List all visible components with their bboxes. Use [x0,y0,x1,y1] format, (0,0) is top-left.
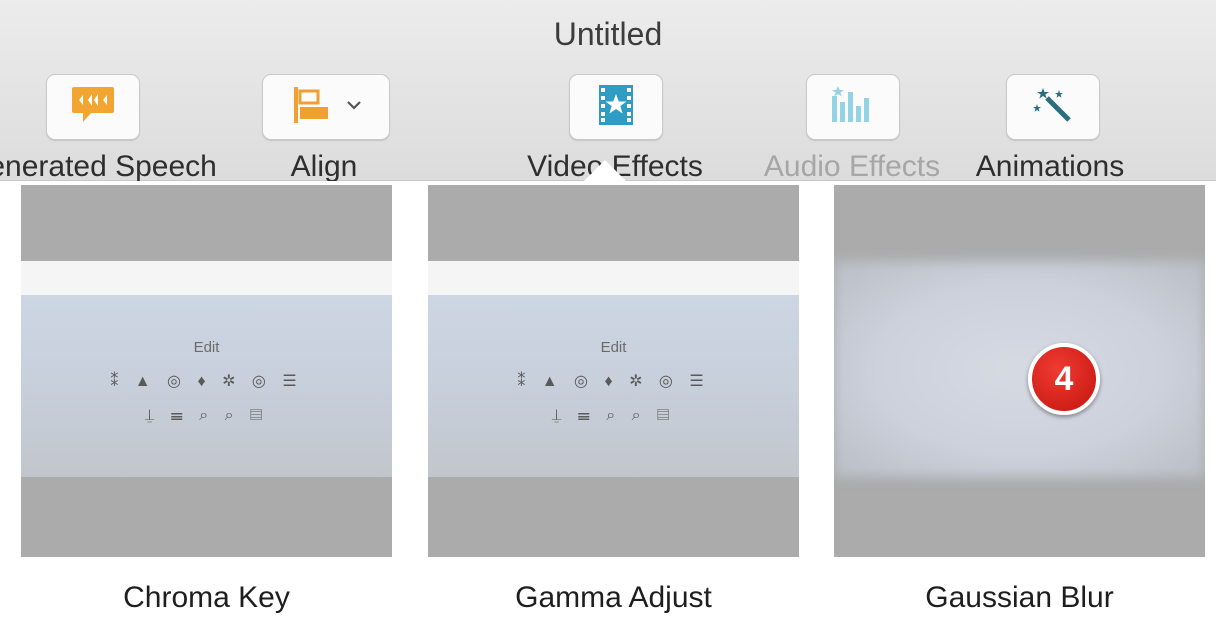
step-number-badge: 4 [1028,343,1100,415]
effect-thumbnail-chroma-key[interactable]: Edit ⁑ ▲ ◎ ♦ ✲ ◎ ☰ ⍊ ☰ ⌕ ⌕ ▤ [21,185,392,557]
preview-screenshot: Edit ⁑ ▲ ◎ ♦ ✲ ◎ ☰ ⍊ ☰ ⌕ ⌕ ▤ [428,261,799,477]
audio-effects-label: Audio Effects [763,150,941,183]
animations-label: Animations [975,150,1125,183]
tool-animations[interactable]: Animations [964,74,1144,184]
preview-toolbar [21,261,392,295]
tool-audio-effects[interactable]: Audio Effects [760,74,940,184]
film-star-icon [598,84,634,131]
speech-bubble-waveform-icon [71,86,115,129]
blurred-preview [834,261,1205,477]
preview-icons-row: ⁑ ▲ ◎ ♦ ✲ ◎ ☰ [110,373,303,390]
effect-name-gamma-adjust: Gamma Adjust [515,581,712,614]
preview-edit-text: Edit [600,339,627,356]
audio-equalizer-icon [830,85,876,129]
animations-button[interactable] [1006,74,1100,140]
align-button[interactable] [262,74,390,140]
audio-effects-button[interactable] [806,74,900,140]
preview-screenshot: Edit ⁑ ▲ ◎ ♦ ✲ ◎ ☰ ⍊ ☰ ⌕ ⌕ ▤ [21,261,392,477]
tool-generated-speech[interactable]: Generated Speech [0,74,217,184]
chevron-down-icon [346,98,362,116]
preview-icons-row: ⍊ ☰ ⌕ ⌕ ▤ [144,407,269,424]
preview-icons-row: ⍊ ☰ ⌕ ⌕ ▤ [551,407,676,424]
effect-name-gaussian-blur: Gaussian Blur [925,581,1114,614]
window-title: Untitled [553,16,663,52]
effect-name-chroma-key: Chroma Key [123,581,290,614]
preview-icons-row: ⁑ ▲ ◎ ♦ ✲ ◎ ☰ [517,373,710,390]
align-left-icon [290,85,338,130]
window-toolbar: Untitled Generated Speech [0,0,1216,184]
effects-panel: Edit ⁑ ▲ ◎ ♦ ✲ ◎ ☰ ⍊ ☰ ⌕ ⌕ ▤ Chroma Key … [0,181,1216,619]
effect-thumbnail-gaussian-blur[interactable]: 4 [834,185,1205,557]
preview-edit-text: Edit [193,339,220,356]
align-label: Align [290,150,358,183]
popover-pointer [583,160,627,182]
magic-wand-icon [1033,86,1073,129]
tool-align[interactable]: Align [234,74,414,184]
generated-speech-button[interactable] [46,74,140,140]
video-effects-button[interactable] [569,74,663,140]
effect-thumbnail-gamma-adjust[interactable]: Edit ⁑ ▲ ◎ ♦ ✲ ◎ ☰ ⍊ ☰ ⌕ ⌕ ▤ [428,185,799,557]
generated-speech-label: Generated Speech [0,150,217,183]
preview-toolbar [428,261,799,295]
